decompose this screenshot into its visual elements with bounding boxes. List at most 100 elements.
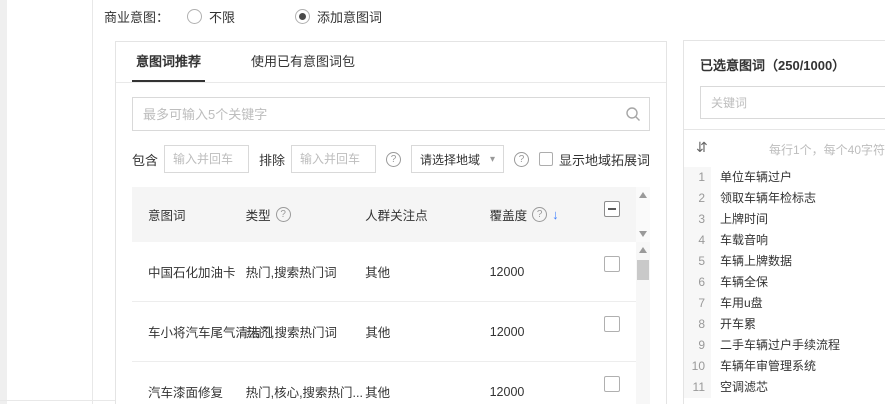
radio-icon[interactable]: [187, 9, 203, 24]
list-item: 7 车用u盘: [684, 293, 885, 314]
header-scrollbar-track[interactable]: [636, 187, 650, 242]
list-hint: 每行1个，每个40字符内: [769, 143, 885, 157]
radio-option-unlimited[interactable]: 不限: [187, 7, 235, 26]
header-scrollbar: [634, 187, 650, 242]
scroll-down-icon[interactable]: [639, 231, 647, 237]
select-all-checkbox[interactable]: [604, 201, 621, 217]
list-toolbar: ⇵ 每行1个，每个40字符内: [684, 130, 885, 167]
show-region-expansion-checkbox[interactable]: [538, 152, 553, 166]
line-number: 9: [684, 335, 711, 356]
filter-row: 包含 排除 ? 请选择地域 ▾ ? 显示地域拓展词: [132, 145, 650, 173]
row-checkbox[interactable]: [604, 316, 621, 332]
scroll-up-icon[interactable]: [639, 192, 647, 198]
column-header-focus: 人群关注点: [365, 209, 428, 223]
radio-checked-icon[interactable]: [295, 9, 311, 24]
line-number: 1: [684, 167, 711, 188]
search-icon: [626, 107, 640, 121]
selected-word: 车载音响: [720, 233, 769, 247]
line-number: 5: [684, 251, 711, 272]
table-body: 中国石化加油卡 热门,搜索热门词 其他 12000 车小将汽车尾气清洁剂 热门,…: [132, 242, 650, 404]
selected-word: 上牌时间: [720, 212, 769, 226]
cell-type: 热门,搜索热门词: [246, 326, 337, 340]
selected-word: 车辆全保: [720, 275, 769, 289]
cell-word: 中国石化加油卡: [148, 266, 236, 280]
list-item: 2 领取车辆年检标志: [684, 188, 885, 209]
intent-word-recommend-panel: 意图词推荐 使用已有意图词包 包含 排除 ? 请选择地域 ▾ ? 显示地域拓展词: [115, 41, 667, 404]
cell-coverage: 12000: [489, 384, 525, 399]
selected-words-title: 已选意图词（250/1000）: [700, 58, 846, 73]
row-checkbox[interactable]: [604, 376, 621, 392]
keyword-search-input[interactable]: [132, 97, 650, 131]
cell-coverage: 12000: [489, 324, 525, 339]
include-input[interactable]: [164, 145, 250, 173]
tab-existing-intent-word-package[interactable]: 使用已有意图词包: [247, 42, 359, 82]
selected-words-search-box: [700, 86, 885, 119]
sort-icon[interactable]: ⇵: [696, 139, 708, 156]
row-checkbox-cell: [575, 302, 634, 332]
content-left-divider: [92, 0, 93, 404]
chevron-down-icon: ▾: [489, 153, 495, 165]
cell-focus: 其他: [365, 386, 391, 400]
list-item: 1 单位车辆过户: [684, 167, 885, 188]
help-icon[interactable]: ?: [513, 151, 529, 167]
selected-word-list[interactable]: 1 单位车辆过户 2 领取车辆年检标志 3 上牌时间 4 车载音响 5 车辆上牌…: [684, 167, 885, 398]
radio-label: 不限: [209, 10, 236, 25]
include-label: 包含: [132, 152, 159, 168]
exclude-input[interactable]: [291, 145, 377, 173]
show-region-expansion-label: 显示地域拓展词: [558, 152, 650, 168]
select-all-cell: [575, 187, 634, 217]
exclude-label: 排除: [259, 152, 286, 168]
region-select[interactable]: 请选择地域 ▾: [411, 145, 504, 173]
selected-word: 二手车辆过户手续流程: [720, 338, 841, 352]
radio-label: 添加意图词: [317, 10, 383, 25]
cell-focus: 其他: [365, 266, 391, 280]
selected-words-search-input[interactable]: [700, 86, 885, 119]
scroll-up-icon[interactable]: [639, 247, 647, 253]
column-header-coverage-label: 覆盖度: [489, 209, 528, 223]
help-icon[interactable]: ?: [532, 207, 548, 222]
line-number: 10: [684, 356, 711, 377]
line-number: 6: [684, 272, 711, 293]
list-item: 10 车辆年审管理系统: [684, 356, 885, 377]
sort-descending-icon[interactable]: ↓: [552, 207, 559, 222]
help-icon[interactable]: ?: [386, 151, 402, 167]
cell-type: 热门,搜索热门词: [245, 266, 337, 280]
tabs-row: 意图词推荐 使用已有意图词包: [116, 42, 666, 83]
line-number: 2: [684, 188, 711, 209]
cell-type: 热门,核心,搜索热门...: [245, 386, 363, 400]
selected-word: 车辆年审管理系统: [720, 359, 817, 373]
list-item: 4 车载音响: [684, 230, 885, 251]
row-checkbox-cell: [575, 362, 634, 392]
cell-focus: 其他: [365, 326, 391, 340]
list-item: 6 车辆全保: [684, 272, 885, 293]
selected-intent-words-panel: 已选意图词（250/1000） ⇵ 每行1个，每个40字符内 1 单位车辆过户 …: [683, 40, 885, 404]
tab-intent-word-recommend[interactable]: 意图词推荐: [132, 42, 206, 82]
cell-word: 汽车漆面修复: [148, 386, 224, 400]
bottom-left-divider: [0, 400, 115, 401]
selected-word: 空调滤芯: [720, 380, 769, 394]
row-checkbox-cell: [575, 242, 634, 272]
radio-option-add-intent-words[interactable]: 添加意图词: [295, 7, 382, 26]
line-number: 11: [684, 377, 711, 398]
column-header-word: 意图词: [148, 209, 186, 223]
list-item: 11 空调滤芯: [684, 377, 885, 398]
help-icon[interactable]: ?: [275, 207, 291, 222]
line-number: 3: [684, 209, 711, 230]
row-checkbox[interactable]: [604, 256, 621, 272]
list-item: 9 二手车辆过户手续流程: [684, 335, 885, 356]
selected-word: 车用u盘: [720, 296, 763, 310]
column-header-coverage: 覆盖度 ? ↓: [490, 205, 576, 224]
selected-word: 领取车辆年检标志: [720, 191, 817, 205]
column-header-type-label: 类型: [245, 209, 271, 223]
list-item: 8 开车累: [684, 314, 885, 335]
scrollbar-thumb[interactable]: [637, 260, 649, 280]
list-item: 3 上牌时间: [684, 209, 885, 230]
selected-word: 开车累: [720, 317, 757, 331]
region-select-value: 请选择地域: [420, 152, 481, 167]
table-scrollbar[interactable]: [636, 242, 650, 404]
table-row: 中国石化加油卡 热门,搜索热门词 其他 12000: [132, 242, 650, 302]
cell-coverage: 12000: [489, 264, 525, 279]
commercial-intent-row: 商业意图： 不限 添加意图词: [104, 7, 382, 26]
line-number: 7: [684, 293, 711, 314]
list-item: 5 车辆上牌数据: [684, 251, 885, 272]
